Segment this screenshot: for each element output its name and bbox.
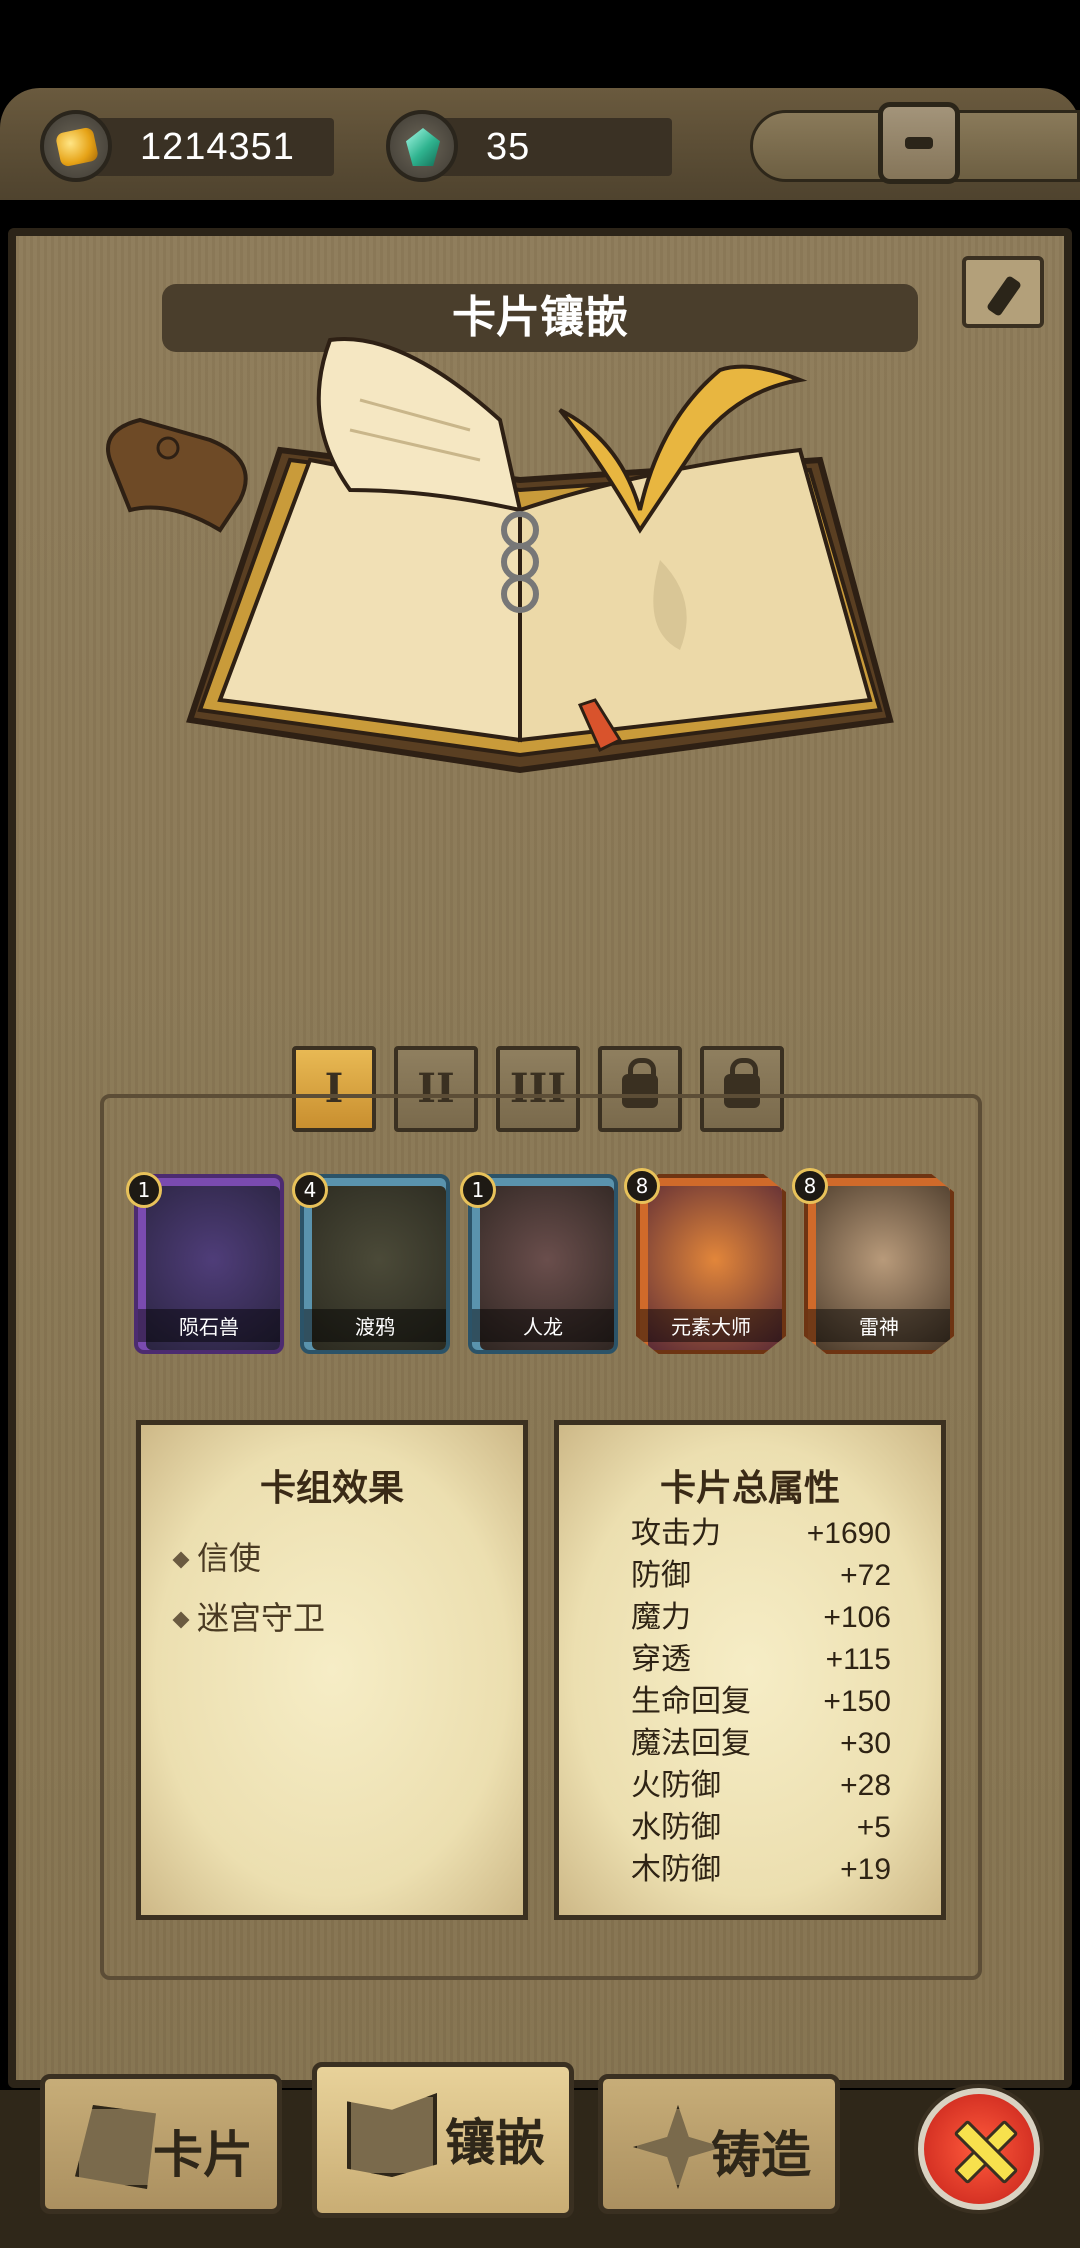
gold-amount: 1214351	[140, 126, 295, 168]
card-level: 1	[126, 1172, 162, 1208]
card-stats-list: 攻击力 +1690 防御 +72 魔力 +106 穿透 +115 生命回复 +150 魔法…	[631, 1513, 891, 1891]
card-icon	[75, 2105, 156, 2189]
stat-value: +115	[825, 1643, 891, 1676]
nav-cards-button[interactable]: 卡片	[40, 2074, 282, 2214]
stat-name: 生命回复	[631, 1684, 751, 1719]
card-level: 1	[460, 1172, 496, 1208]
card-slot-4[interactable]: 元素大师	[636, 1174, 786, 1354]
stat-row: 火防御 +28	[631, 1765, 891, 1807]
deck-effects-box: 卡组效果 信使 迷宫守卫	[136, 1420, 528, 1920]
card-slot-2[interactable]: 渡鸦 4	[292, 1172, 450, 1354]
bullet-icon	[172, 1551, 190, 1569]
stat-name: 穿透	[631, 1642, 691, 1677]
stat-value: +150	[823, 1685, 891, 1718]
card-slot-5[interactable]: 雷神	[804, 1174, 954, 1354]
gem-amount: 35	[486, 126, 531, 168]
bullet-icon	[172, 1611, 190, 1629]
stat-value: +5	[856, 1811, 891, 1844]
menu-button[interactable]	[878, 102, 960, 184]
card-name: 雷神	[808, 1309, 950, 1342]
card-slot-1[interactable]: 陨石兽 1	[126, 1172, 284, 1354]
stat-row: 木防御 +19	[631, 1849, 891, 1891]
stat-value: +72	[840, 1559, 891, 1592]
nav-inlay-button[interactable]: 镶嵌	[312, 2062, 574, 2218]
card-stats-box: 卡片总属性 攻击力 +1690 防御 +72 魔力 +106 穿透 +115 生命回复 +…	[554, 1420, 946, 1920]
deck-effects-list: 信使 迷宫守卫	[172, 1533, 326, 1653]
stat-row: 穿透 +115	[631, 1639, 891, 1681]
close-button[interactable]	[918, 2088, 1040, 2210]
stat-value: +19	[840, 1853, 891, 1886]
forge-icon	[633, 2105, 723, 2189]
gem-icon	[386, 110, 458, 182]
stat-row: 魔力 +106	[631, 1597, 891, 1639]
gold-counter: 1214351	[40, 110, 334, 182]
effect-label: 迷宫守卫	[197, 1599, 326, 1637]
list-item: 迷宫守卫	[172, 1593, 326, 1639]
nav-forge-label: 铸造	[711, 2126, 811, 2184]
stat-name: 魔力	[631, 1600, 691, 1635]
stat-name: 防御	[631, 1558, 691, 1593]
list-item: 信使	[172, 1533, 325, 1579]
card-name: 人龙	[472, 1309, 614, 1342]
card-name: 陨石兽	[138, 1309, 280, 1342]
stat-value: +30	[840, 1727, 891, 1760]
deck-effects-title: 卡组效果	[259, 1468, 404, 1509]
book-icon	[347, 2093, 437, 2177]
card-level: 8	[624, 1168, 660, 1204]
stat-name: 魔法回复	[631, 1726, 751, 1761]
stat-value: +1690	[806, 1517, 891, 1550]
gem-counter: 35	[386, 110, 672, 182]
stat-row: 魔法回复 +30	[631, 1723, 891, 1765]
gold-icon	[40, 110, 112, 182]
card-name: 元素大师	[640, 1309, 782, 1342]
card-name: 渡鸦	[304, 1309, 446, 1342]
stat-row: 水防御 +5	[631, 1807, 891, 1849]
card-stats-title: 卡片总属性	[659, 1468, 840, 1509]
edit-icon[interactable]	[962, 256, 1044, 328]
stat-row: 生命回复 +150	[631, 1681, 891, 1723]
stat-value: +106	[823, 1601, 891, 1634]
stat-row: 防御 +72	[631, 1555, 891, 1597]
stat-name: 攻击力	[631, 1516, 721, 1551]
stat-row: 攻击力 +1690	[631, 1513, 891, 1555]
top-status-bar: 1214351 35	[0, 88, 1080, 200]
card-level: 8	[792, 1168, 828, 1204]
nav-inlay-label: 镶嵌	[445, 2114, 545, 2172]
effect-label: 信使	[197, 1539, 262, 1577]
stat-name: 火防御	[631, 1768, 721, 1803]
nav-forge-button[interactable]: 铸造	[598, 2074, 840, 2214]
stat-value: +28	[840, 1769, 891, 1802]
stat-name: 木防御	[631, 1852, 721, 1887]
card-level: 4	[292, 1172, 328, 1208]
stat-name: 水防御	[631, 1810, 721, 1845]
card-slot-3[interactable]: 人龙 1	[460, 1172, 618, 1354]
book-illustration	[106, 337, 894, 774]
nav-cards-label: 卡片	[153, 2126, 253, 2184]
